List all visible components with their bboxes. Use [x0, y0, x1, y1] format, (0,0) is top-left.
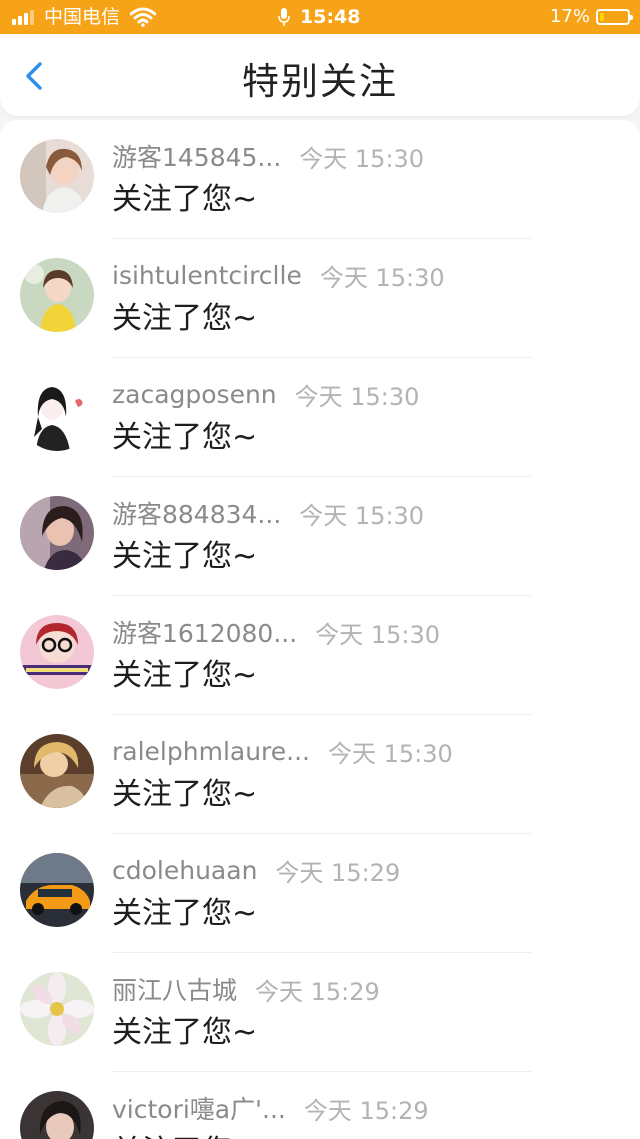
- list-item[interactable]: cdolehuaan 今天 15:29 关注了您~: [0, 834, 640, 953]
- avatar[interactable]: [20, 615, 94, 689]
- nav-bar: 特别关注: [0, 34, 640, 116]
- avatar[interactable]: [20, 972, 94, 1046]
- username[interactable]: zacagposenn: [112, 380, 277, 409]
- follow-notification-list[interactable]: 游客145845... 今天 15:30 关注了您~ isihtulentcir…: [0, 120, 640, 1139]
- item-meta: 游客145845... 今天 15:30: [112, 139, 424, 173]
- avatar[interactable]: [20, 1091, 94, 1139]
- list-item[interactable]: isihtulentcirclle 今天 15:30 关注了您~: [0, 239, 640, 358]
- signal-icon: [12, 9, 36, 25]
- status-bar: 中国电信 15:48 17%: [0, 0, 640, 34]
- avatar[interactable]: [20, 496, 94, 570]
- battery-level: [600, 13, 604, 21]
- list-item[interactable]: 游客1612080... 今天 15:30 关注了您~: [0, 596, 640, 715]
- username[interactable]: isihtulentcirclle: [112, 261, 302, 290]
- avatar[interactable]: [20, 377, 94, 451]
- timestamp: 今天 15:29: [255, 977, 380, 1006]
- username[interactable]: 游客884834...: [112, 495, 281, 531]
- avatar[interactable]: [20, 853, 94, 927]
- page-title: 特别关注: [242, 60, 398, 103]
- battery-percentage: 17%: [549, 6, 590, 27]
- timestamp: 今天 15:30: [319, 263, 445, 292]
- list-item[interactable]: 游客884834... 今天 15:30 关注了您~: [0, 477, 640, 596]
- username[interactable]: ralelphmlaure...: [112, 737, 310, 766]
- notification-message: 关注了您~: [112, 539, 258, 574]
- status-bar-left: 中国电信: [12, 0, 157, 34]
- username[interactable]: 游客145845...: [112, 138, 281, 174]
- item-meta: isihtulentcirclle 今天 15:30: [112, 258, 445, 292]
- timestamp: 今天 15:29: [275, 858, 401, 887]
- item-meta: 游客1612080... 今天 15:30: [112, 615, 440, 649]
- list-item[interactable]: 丽江八古城 今天 15:29 关注了您~: [0, 953, 640, 1072]
- timestamp: 今天 15:30: [328, 739, 453, 768]
- timestamp: 今天 15:29: [303, 1096, 429, 1125]
- battery-icon: [596, 9, 633, 25]
- avatar[interactable]: [20, 139, 94, 213]
- item-meta: cdolehuaan 今天 15:29: [112, 853, 400, 887]
- username[interactable]: victori嚏a广'...: [112, 1090, 286, 1126]
- timestamp: 今天 15:30: [299, 501, 425, 530]
- list-item[interactable]: zacagposenn 今天 15:30 关注了您~: [0, 358, 640, 477]
- notification-message: 关注了您~: [112, 896, 258, 931]
- carrier-name: 中国电信: [44, 6, 121, 28]
- item-meta: zacagposenn 今天 15:30: [112, 377, 419, 411]
- timestamp: 今天 15:30: [294, 382, 420, 411]
- item-meta: 丽江八古城 今天 15:29: [112, 972, 380, 1006]
- notification-message: 关注了您~: [112, 1126, 257, 1139]
- timestamp: 今天 15:30: [315, 620, 440, 649]
- status-bar-center: 15:48: [278, 0, 360, 34]
- wifi-icon: [130, 7, 157, 27]
- item-meta: ralelphmlaure... 今天 15:30: [112, 734, 453, 768]
- notification-message: 关注了您~: [112, 1015, 258, 1050]
- list-item[interactable]: ralelphmlaure... 今天 15:30 关注了您~: [0, 715, 640, 834]
- notification-message: 关注了您~: [112, 658, 258, 693]
- username[interactable]: cdolehuaan: [112, 856, 257, 885]
- notification-message: 关注了您~: [112, 301, 258, 336]
- timestamp: 今天 15:30: [299, 144, 425, 173]
- list-item[interactable]: victori嚏a广'... 今天 15:29 关注了您~: [0, 1072, 640, 1139]
- microphone-icon: [278, 8, 290, 26]
- notification-message: 关注了您~: [112, 420, 258, 455]
- username[interactable]: 丽江八古城: [112, 971, 237, 1007]
- avatar[interactable]: [20, 258, 94, 332]
- list-item[interactable]: 游客145845... 今天 15:30 关注了您~: [0, 120, 640, 239]
- status-time: 15:48: [300, 6, 361, 28]
- avatar[interactable]: [20, 734, 94, 808]
- item-meta: 游客884834... 今天 15:30: [112, 496, 424, 530]
- notification-message: 关注了您~: [112, 182, 258, 217]
- status-bar-right: 17%: [549, 0, 633, 34]
- item-meta: victori嚏a广'... 今天 15:29: [112, 1091, 429, 1125]
- username[interactable]: 游客1612080...: [112, 614, 297, 650]
- notification-message: 关注了您~: [112, 777, 258, 812]
